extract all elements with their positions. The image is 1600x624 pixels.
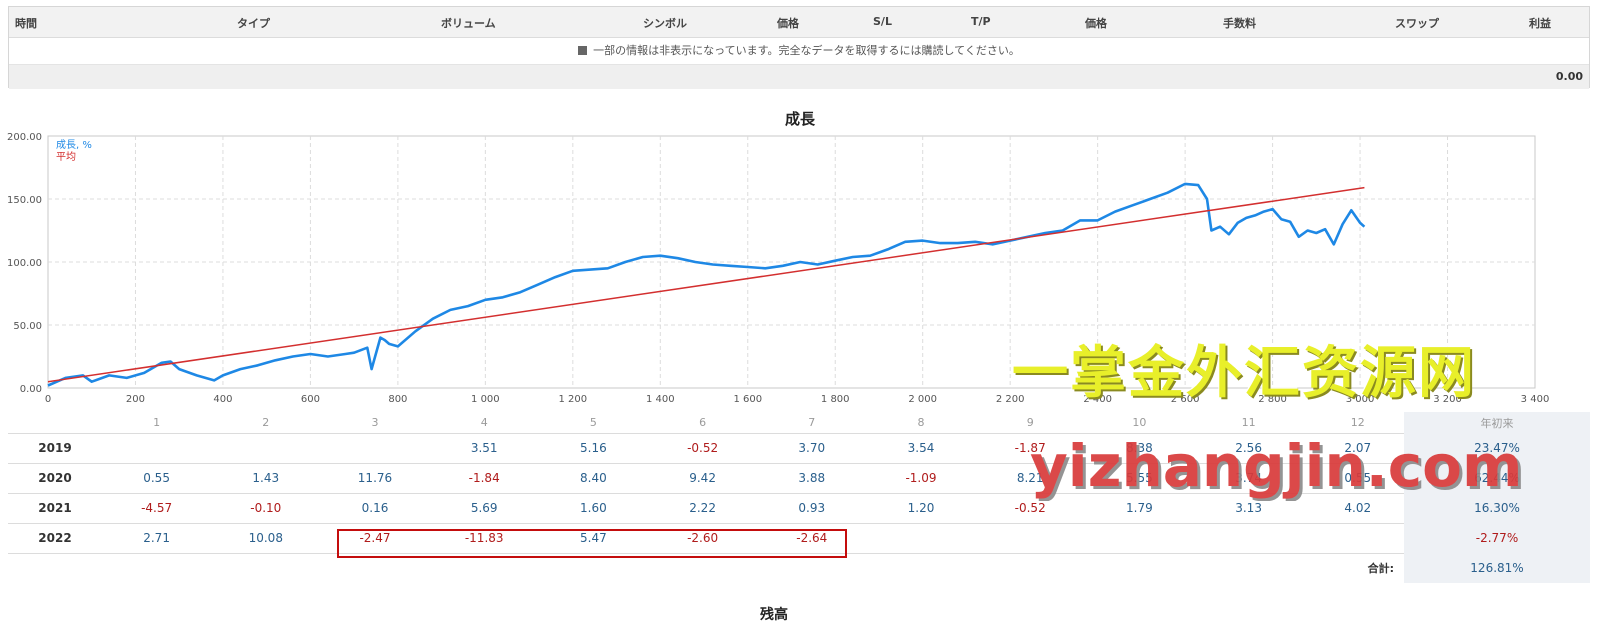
month-header: 3 <box>371 416 379 429</box>
watermark-chinese: 一掌金外汇资源网 <box>1012 341 1476 406</box>
y-tick-label: 100.00 <box>7 258 42 269</box>
y-tick-label: 50.00 <box>13 321 42 332</box>
month-value: 9.42 <box>689 471 716 485</box>
month-value <box>1194 523 1303 553</box>
trade-history-header: 時間 タイプ ボリューム シンボル 価格 S/L T/P 価格 手数料 スワップ 利益 <box>9 7 1589 38</box>
x-tick-label: 800 <box>388 394 407 405</box>
history-col-3: シンボル <box>643 17 687 30</box>
history-col-5: S/L <box>873 15 892 28</box>
month-value: 1.60 <box>580 501 607 515</box>
ytd-header: 年初来 <box>1404 412 1590 433</box>
month-value: 5.69 <box>470 501 498 515</box>
month-value: 8.40 <box>580 471 607 485</box>
x-tick-label: 600 <box>301 394 320 405</box>
month-value: 1.43 <box>252 471 280 485</box>
year-label: 2021 <box>38 501 72 515</box>
history-col-4: 価格 <box>777 17 799 30</box>
month-header: 6 <box>699 416 707 429</box>
month-header: 9 <box>1026 416 1034 429</box>
month-value: -1.84 <box>468 471 500 485</box>
month-value: -1.09 <box>905 471 937 485</box>
month-value <box>866 523 975 553</box>
month-value: 3.54 <box>907 441 935 455</box>
trade-history-table: 時間 タイプ ボリューム シンボル 価格 S/L T/P 価格 手数料 スワップ 利益 一部の情報は… <box>8 6 1590 89</box>
month-value: 5.16 <box>580 441 607 455</box>
month-header: 8 <box>917 416 925 429</box>
month-header: 10 <box>1132 416 1147 429</box>
x-tick-label: 1 200 <box>559 394 588 405</box>
history-col-2: ボリューム <box>441 17 496 30</box>
month-value <box>1303 523 1412 553</box>
total-label: 合計: <box>1367 562 1394 575</box>
year-row-2022: 2022 2.71 10.08 -2.47 -11.83 5.47 -2.60 -2.64 -2… <box>8 523 1590 554</box>
month-value: 11.76 <box>357 471 393 485</box>
month-value: 3.70 <box>798 441 826 455</box>
x-tick-label: 1 000 <box>471 394 500 405</box>
month-value: 2.71 <box>143 531 170 545</box>
x-tick-label: 400 <box>213 394 232 405</box>
month-value <box>102 433 211 463</box>
month-value <box>211 433 320 463</box>
year-label: 2022 <box>38 531 72 545</box>
total-row: 合計: 126.81% <box>8 553 1590 583</box>
month-value: -2.64 <box>796 531 828 545</box>
month-value: -2.47 <box>359 531 391 545</box>
month-value: 3.51 <box>470 441 498 455</box>
history-col-0: 時間 <box>15 17 37 30</box>
y-tick-label: 200.00 <box>7 132 42 143</box>
total-profit: 0.00 <box>1555 70 1583 83</box>
x-tick-label: 1 400 <box>646 394 675 405</box>
month-header: 11 <box>1241 416 1256 429</box>
month-value: 2.22 <box>689 501 716 515</box>
y-tick-label: 0.00 <box>20 384 42 395</box>
legend-growth: 成長, % <box>56 139 92 151</box>
x-tick-label: 200 <box>126 394 145 405</box>
month-header: 12 <box>1350 416 1365 429</box>
x-tick-label: 1 800 <box>821 394 850 405</box>
legend-average: 平均 <box>56 151 76 163</box>
year-label: 2020 <box>38 471 72 485</box>
month-value: 1.20 <box>907 501 935 515</box>
hidden-info-notice: 一部の情報は非表示になっています。完全なデータを取得するには購読してください。 <box>9 38 1589 65</box>
trade-history-total-row: 0.00 <box>9 65 1589 89</box>
month-value: -4.57 <box>141 501 173 515</box>
history-col-9: スワップ <box>1395 17 1439 30</box>
x-tick-label: 2 000 <box>908 394 937 405</box>
month-value: 10.08 <box>248 531 283 545</box>
month-value: -0.10 <box>250 501 282 515</box>
chart-title: 成長 <box>784 110 815 128</box>
year-label: 2019 <box>38 441 72 455</box>
y-tick-label: 150.00 <box>7 195 42 206</box>
month-header: 7 <box>808 416 816 429</box>
month-header: 5 <box>589 416 597 429</box>
month-value: -11.83 <box>464 531 504 545</box>
watermark-url: yizhangjin.com <box>1030 432 1523 500</box>
x-tick-label: 1 600 <box>733 394 762 405</box>
month-header: 1 <box>153 416 161 429</box>
x-tick-label: 0 <box>45 394 51 405</box>
month-value <box>1085 523 1194 553</box>
x-tick-label: 3 400 <box>1521 394 1550 405</box>
month-value <box>976 523 1085 553</box>
history-col-10: 利益 <box>1529 17 1551 30</box>
month-value: -2.60 <box>687 531 719 545</box>
ytd-value: -2.77% <box>1404 523 1590 553</box>
monthly-header-row: 1 2 3 4 5 6 7 8 9 10 11 12 年初来 <box>8 412 1590 434</box>
month-header: 4 <box>480 416 488 429</box>
month-value: 0.93 <box>798 501 826 515</box>
month-value <box>320 433 429 463</box>
month-value: 5.47 <box>580 531 607 545</box>
history-col-6: T/P <box>971 15 991 28</box>
history-col-8: 手数料 <box>1223 17 1256 30</box>
history-col-7: 価格 <box>1085 17 1107 30</box>
month-value: 3.88 <box>798 471 826 485</box>
month-value: 0.55 <box>143 471 170 485</box>
total-value: 126.81% <box>1404 553 1590 583</box>
next-section-title: 残高 <box>760 607 788 623</box>
lock-icon <box>578 46 588 55</box>
month-header: 2 <box>262 416 270 429</box>
month-value: -0.52 <box>687 441 719 455</box>
history-col-1: タイプ <box>237 17 270 30</box>
month-value: 0.16 <box>361 501 389 515</box>
